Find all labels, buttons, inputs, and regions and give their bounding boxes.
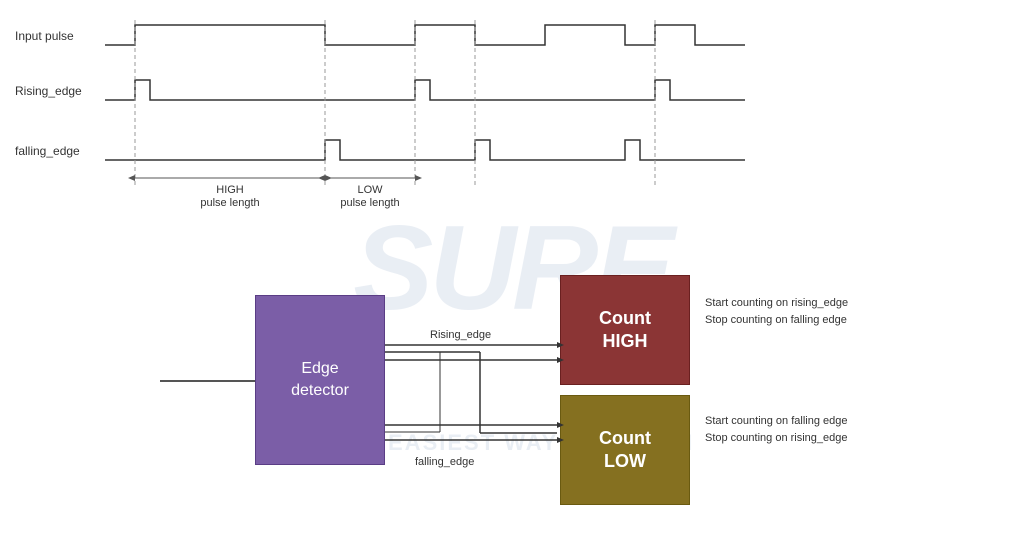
block-connectors: Rising_edge falling_edge xyxy=(60,265,1020,525)
low-pulse-arrow-left xyxy=(318,175,325,181)
high-pulse-label-2: pulse length xyxy=(200,197,259,209)
rising-edge-arrowhead xyxy=(557,342,564,348)
signal-label-input: Input pulse xyxy=(15,29,74,43)
count-high-desc-line1: Start counting on rising_edge xyxy=(705,295,848,312)
low-pulse-arrow-right xyxy=(415,175,422,181)
count-high-desc: Start counting on rising_edge Stop count… xyxy=(705,295,848,328)
falling-edge-wire-label: falling_edge xyxy=(415,456,474,468)
rising-edge-waveform xyxy=(105,80,745,100)
signal-label-rising: Rising_edge xyxy=(15,84,82,98)
block-diagram: Edge detector Count HIGH Count LOW Risin… xyxy=(60,265,1020,525)
timing-diagram: Input pulse Rising_edge falling_edge HIG… xyxy=(15,10,755,210)
signal-label-falling: falling_edge xyxy=(15,144,80,158)
rising-edge-wire-label: Rising_edge xyxy=(430,329,491,341)
count-low-desc: Start counting on falling edge Stop coun… xyxy=(705,413,848,446)
low-pulse-label-1: LOW xyxy=(357,184,383,196)
falling-edge-arrowhead-2 xyxy=(557,437,564,443)
input-pulse-waveform xyxy=(105,25,745,45)
falling-edge-arrowhead xyxy=(557,422,564,428)
main-content: Input pulse Rising_edge falling_edge HIG… xyxy=(0,0,1024,536)
rising-edge-arrowhead-2 xyxy=(557,357,564,363)
falling-edge-waveform xyxy=(105,140,745,160)
count-low-desc-line2: Stop counting on rising_edge xyxy=(705,430,848,447)
high-pulse-arrow-left xyxy=(128,175,135,181)
count-high-desc-line2: Stop counting on falling edge xyxy=(705,312,848,329)
count-low-desc-line1: Start counting on falling edge xyxy=(705,413,848,430)
high-pulse-label-1: HIGH xyxy=(216,184,244,196)
low-pulse-label-2: pulse length xyxy=(340,197,399,209)
